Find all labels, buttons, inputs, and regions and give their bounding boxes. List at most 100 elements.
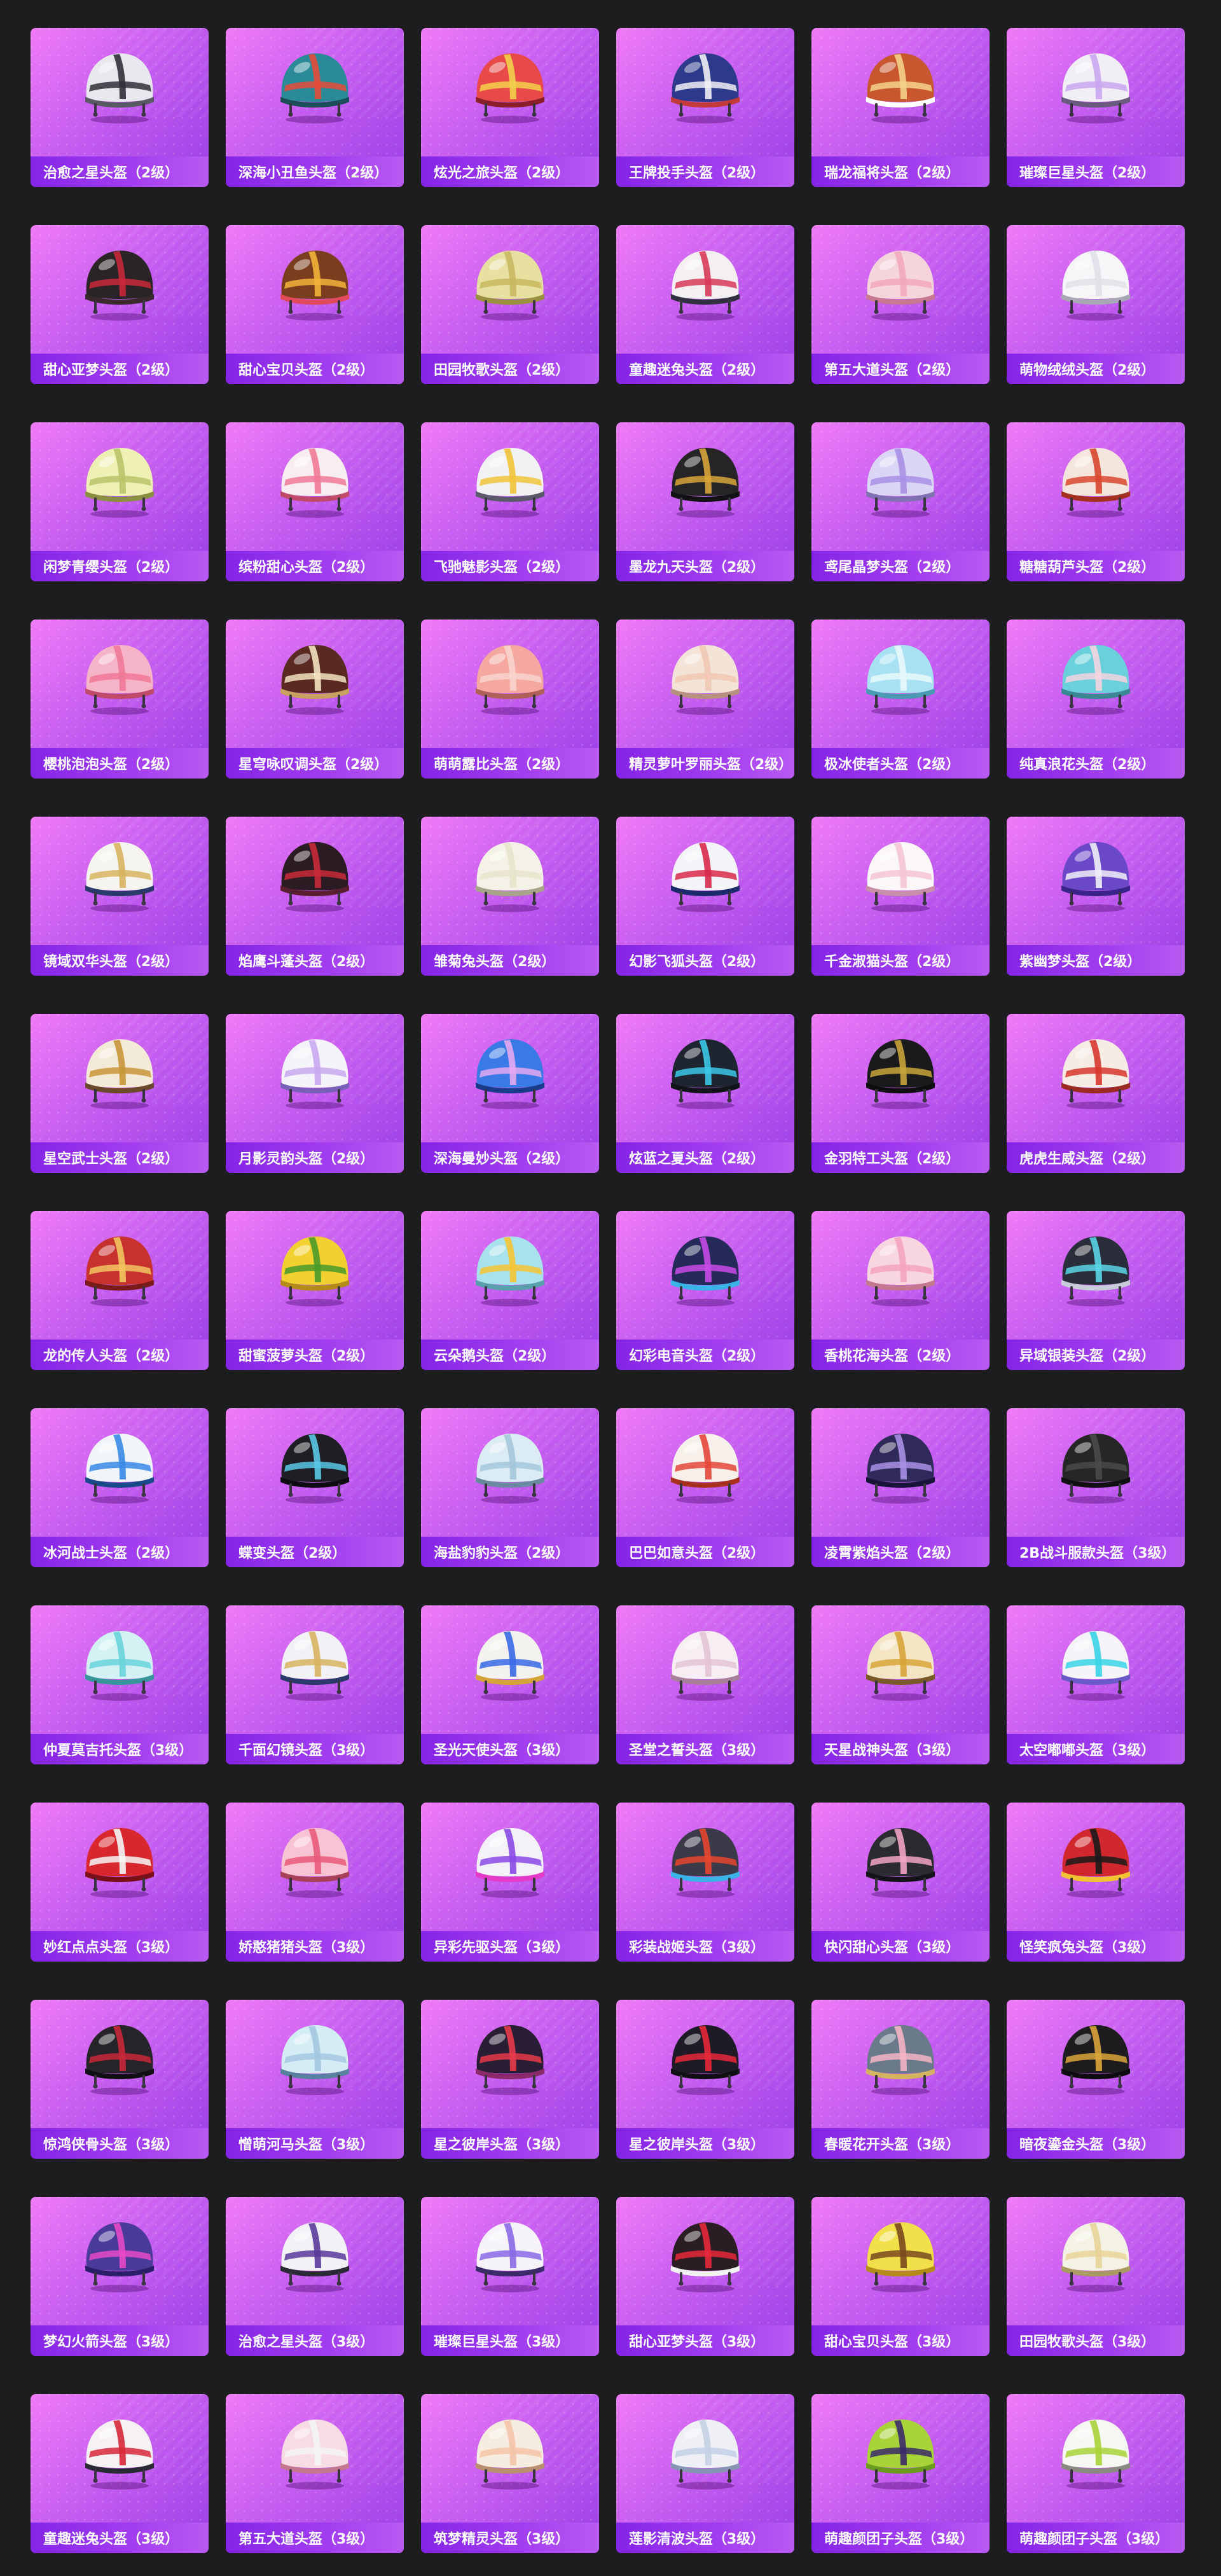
helmet-card-12[interactable]: 萌物绒绒头盔（2级）	[1007, 225, 1185, 384]
helmet-card-76[interactable]: 莲影清波头盔（3级）	[616, 2394, 794, 2553]
helmet-card-20[interactable]: 星穹咏叹调头盔（2级）	[226, 620, 404, 779]
helmet-card-14[interactable]: 缤粉甜心头盔（2级）	[226, 422, 404, 581]
helmet-card-30[interactable]: 紫幽梦头盔（2级）	[1007, 817, 1185, 976]
helmet-card-36[interactable]: 虎虎生威头盔（2级）	[1007, 1014, 1185, 1173]
helmet-card-40[interactable]: 幻彩电音头盔（2级）	[616, 1211, 794, 1370]
helmet-card-29[interactable]: 千金淑猫头盔（2级）	[811, 817, 990, 976]
helmet-card-51[interactable]: 圣光天使头盔（3级）	[421, 1605, 599, 1764]
helmet-card-26[interactable]: 焰鹰斗蓬头盔（2级）	[226, 817, 404, 976]
helmet-card-3[interactable]: 炫光之旅头盔（2级）	[421, 28, 599, 187]
helmet-name: 治愈之星头盔（3级）	[238, 2334, 375, 2350]
helmet-card-21[interactable]: 萌萌露比头盔（2级）	[421, 620, 599, 779]
helmet-card-33[interactable]: 深海曼妙头盔（2级）	[421, 1014, 599, 1173]
helmet-card-9[interactable]: 田园牧歌头盔（2级）	[421, 225, 599, 384]
helmet-card-61[interactable]: 惊鸿侠骨头盔（3级）	[31, 2000, 209, 2159]
helmet-label-bar: 紫幽梦头盔（2级）	[1007, 945, 1185, 976]
helmet-card-10[interactable]: 童趣迷兔头盔（2级）	[616, 225, 794, 384]
helmet-card-37[interactable]: 龙的传人头盔（2级）	[31, 1211, 209, 1370]
helmet-label-bar: 巴巴如意头盔（2级）	[616, 1537, 794, 1567]
helmet-name: 冰河战士头盔（2级）	[43, 1546, 179, 1562]
helmet-card-54[interactable]: 太空嘟嘟头盔（3级）	[1007, 1605, 1185, 1764]
helmet-icon	[476, 2025, 544, 2095]
helmet-card-66[interactable]: 暗夜鎏金头盔（3级）	[1007, 2000, 1185, 2159]
helmet-card-74[interactable]: 第五大道头盔（3级）	[226, 2394, 404, 2553]
helmet-card-68[interactable]: 治愈之星头盔（3级）	[226, 2197, 404, 2356]
helmet-label-bar: 星之彼岸头盔（3级）	[616, 2128, 794, 2159]
helmet-card-49[interactable]: 仲夏莫吉托头盔（3级）	[31, 1605, 209, 1764]
helmet-icon	[866, 1828, 935, 1898]
helmet-card-4[interactable]: 王牌投手头盔（2级）	[616, 28, 794, 187]
helmet-card-71[interactable]: 甜心宝贝头盔（3级）	[811, 2197, 990, 2356]
helmet-card-65[interactable]: 春暖花开头盔（3级）	[811, 2000, 990, 2159]
helmet-card-70[interactable]: 甜心亚梦头盔（3级）	[616, 2197, 794, 2356]
helmet-card-48[interactable]: 2B战斗服款头盔（3级）	[1007, 1408, 1185, 1567]
helmet-icon	[476, 1039, 544, 1109]
helmet-card-63[interactable]: 星之彼岸头盔（3级）	[421, 2000, 599, 2159]
helmet-card-27[interactable]: 雏菊兔头盔（2级）	[421, 817, 599, 976]
helmet-card-78[interactable]: 萌趣颜团子头盔（3级）	[1007, 2394, 1185, 2553]
helmet-label-bar: 莲影清波头盔（3级）	[616, 2523, 794, 2553]
helmet-card-60[interactable]: 怪笑疯兔头盔（3级）	[1007, 1803, 1185, 1962]
helmet-label-bar: 治愈之星头盔（3级）	[226, 2325, 404, 2356]
helmet-card-58[interactable]: 彩装战姬头盔（3级）	[616, 1803, 794, 1962]
helmet-label-bar: 异域银装头盔（2级）	[1007, 1340, 1185, 1370]
helmet-card-35[interactable]: 金羽特工头盔（2级）	[811, 1014, 990, 1173]
helmet-card-41[interactable]: 香桃花海头盔（2级）	[811, 1211, 990, 1370]
helmet-icon	[1061, 1631, 1130, 1701]
helmet-card-53[interactable]: 天星战神头盔（3级）	[811, 1605, 990, 1764]
helmet-card-73[interactable]: 童趣迷兔头盔（3级）	[31, 2394, 209, 2553]
helmet-label-bar: 璀璨巨星头盔（3级）	[421, 2325, 599, 2356]
helmet-card-44[interactable]: 蝶变头盔（2级）	[226, 1408, 404, 1567]
helmet-icon	[866, 645, 935, 715]
helmet-card-19[interactable]: 樱桃泡泡头盔（2级）	[31, 620, 209, 779]
helmet-card-56[interactable]: 娇憨猪猪头盔（3级）	[226, 1803, 404, 1962]
helmet-card-32[interactable]: 月影灵韵头盔（2级）	[226, 1014, 404, 1173]
helmet-name: 龙的传人头盔（2级）	[43, 1348, 179, 1364]
helmet-card-18[interactable]: 糖糖葫芦头盔（2级）	[1007, 422, 1185, 581]
helmet-card-31[interactable]: 星空武士头盔（2级）	[31, 1014, 209, 1173]
helmet-card-2[interactable]: 深海小丑鱼头盔（2级）	[226, 28, 404, 187]
helmet-card-52[interactable]: 圣堂之誓头盔（3级）	[616, 1605, 794, 1764]
helmet-card-47[interactable]: 凌霄紫焰头盔（2级）	[811, 1408, 990, 1567]
helmet-card-28[interactable]: 幻影飞狐头盔（2级）	[616, 817, 794, 976]
helmet-card-64[interactable]: 星之彼岸头盔（3级）	[616, 2000, 794, 2159]
helmet-card-11[interactable]: 第五大道头盔（2级）	[811, 225, 990, 384]
helmet-card-15[interactable]: 飞驰魅影头盔（2级）	[421, 422, 599, 581]
helmet-card-72[interactable]: 田园牧歌头盔（3级）	[1007, 2197, 1185, 2356]
helmet-card-43[interactable]: 冰河战士头盔（2级）	[31, 1408, 209, 1567]
helmet-card-6[interactable]: 璀璨巨星头盔（2级）	[1007, 28, 1185, 187]
helmet-card-75[interactable]: 筑梦精灵头盔（3级）	[421, 2394, 599, 2553]
helmet-card-62[interactable]: 憎萌河马头盔（3级）	[226, 2000, 404, 2159]
helmet-card-59[interactable]: 快闪甜心头盔（3级）	[811, 1803, 990, 1962]
helmet-card-69[interactable]: 璀璨巨星头盔（3级）	[421, 2197, 599, 2356]
helmet-icon	[85, 2420, 154, 2489]
helmet-name: 星空武士头盔（2级）	[43, 1151, 179, 1167]
helmet-card-39[interactable]: 云朵鹅头盔（2级）	[421, 1211, 599, 1370]
helmet-card-67[interactable]: 梦幻火箭头盔（3级）	[31, 2197, 209, 2356]
helmet-card-50[interactable]: 千面幻镜头盔（3级）	[226, 1605, 404, 1764]
helmet-label-bar: 田园牧歌头盔（3级）	[1007, 2325, 1185, 2356]
helmet-icon	[1061, 251, 1130, 321]
helmet-card-34[interactable]: 炫蓝之夏头盔（2级）	[616, 1014, 794, 1173]
helmet-card-17[interactable]: 鸢尾晶梦头盔（2级）	[811, 422, 990, 581]
helmet-card-7[interactable]: 甜心亚梦头盔（2级）	[31, 225, 209, 384]
helmet-card-46[interactable]: 巴巴如意头盔（2级）	[616, 1408, 794, 1567]
helmet-card-77[interactable]: 萌趣颜团子头盔（3级）	[811, 2394, 990, 2553]
helmet-label-bar: 第五大道头盔（3级）	[226, 2523, 404, 2553]
helmet-card-23[interactable]: 极冰使者头盔（2级）	[811, 620, 990, 779]
helmet-card-22[interactable]: 精灵萝叶罗丽头盔（2级）	[616, 620, 794, 779]
helmet-card-57[interactable]: 异彩先驱头盔（3级）	[421, 1803, 599, 1962]
helmet-card-55[interactable]: 妙红点点头盔（3级）	[31, 1803, 209, 1962]
helmet-card-25[interactable]: 镜域双华头盔（2级）	[31, 817, 209, 976]
helmet-card-16[interactable]: 墨龙九天头盔（2级）	[616, 422, 794, 581]
helmet-card-24[interactable]: 纯真浪花头盔（2级）	[1007, 620, 1185, 779]
helmet-name: 缤粉甜心头盔（2级）	[238, 560, 375, 576]
helmet-card-1[interactable]: 治愈之星头盔（2级）	[31, 28, 209, 187]
helmet-card-45[interactable]: 海盐豹豹头盔（2级）	[421, 1408, 599, 1567]
helmet-card-42[interactable]: 异域银装头盔（2级）	[1007, 1211, 1185, 1370]
helmet-card-38[interactable]: 甜蜜菠萝头盔（2级）	[226, 1211, 404, 1370]
helmet-card-5[interactable]: 瑞龙福将头盔（2级）	[811, 28, 990, 187]
helmet-icon	[476, 53, 544, 123]
helmet-card-8[interactable]: 甜心宝贝头盔（2级）	[226, 225, 404, 384]
helmet-card-13[interactable]: 闲梦青缨头盔（2级）	[31, 422, 209, 581]
